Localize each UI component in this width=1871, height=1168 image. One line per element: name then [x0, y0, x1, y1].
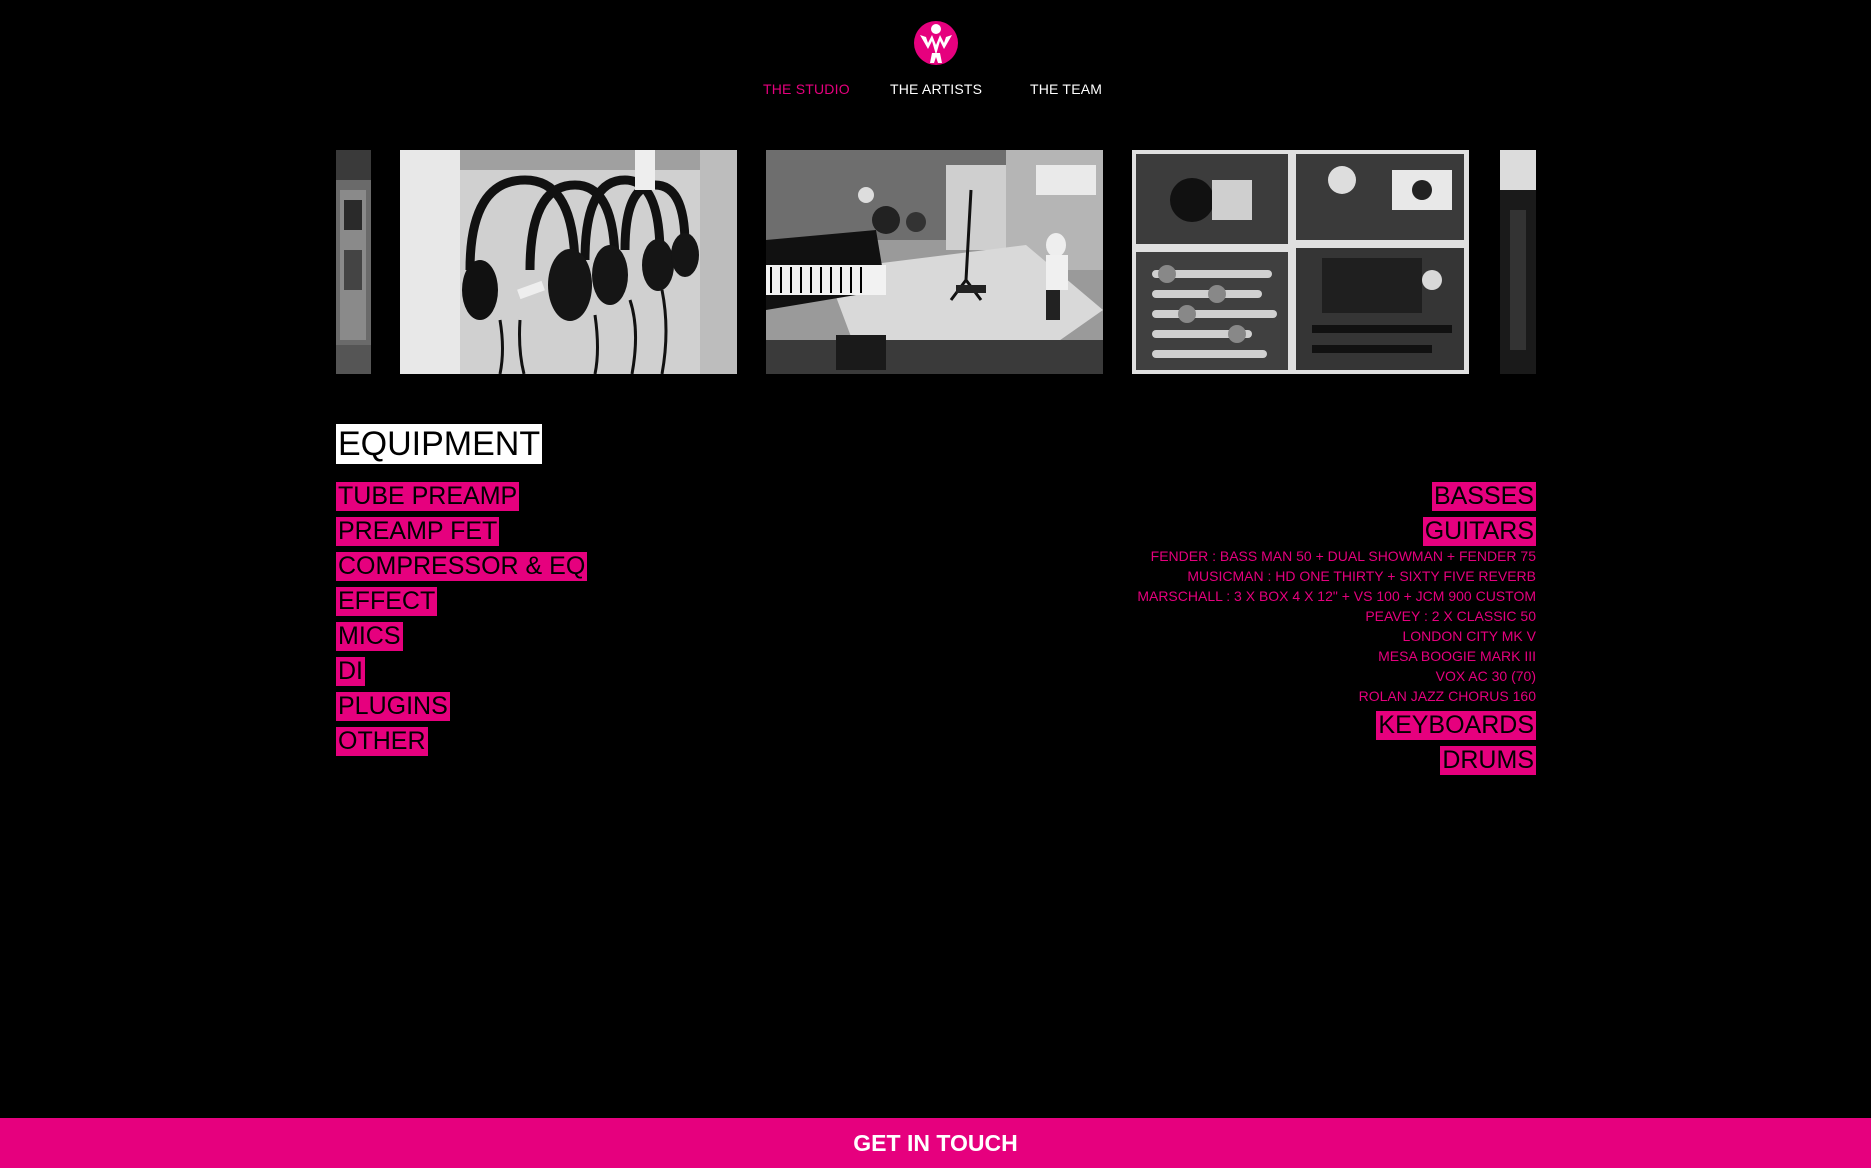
main-nav: THE STUDIO THE ARTISTS THE TEAM	[0, 81, 1871, 101]
page: THE STUDIO THE ARTISTS THE TEAM EQUIPMEN…	[0, 0, 1871, 1168]
category-plugins[interactable]: PLUGINS	[336, 692, 450, 721]
equipment-title: EQUIPMENT	[336, 424, 543, 464]
logo-icon	[914, 21, 958, 65]
category-guitars[interactable]: GUITARS	[1422, 517, 1536, 546]
guitar-item: MUSICMAN : HD ONE THIRTY + SIXTY FIVE RE…	[1187, 568, 1536, 584]
gallery-photo-partial-right[interactable]	[1500, 150, 1536, 374]
studio-logo[interactable]	[912, 19, 960, 67]
guitar-item: ROLAN JAZZ CHORUS 160	[1358, 688, 1536, 704]
nav-the-artists[interactable]: THE ARTISTS	[890, 81, 982, 97]
nav-the-studio[interactable]: THE STUDIO	[763, 81, 850, 97]
category-tube-preamp[interactable]: TUBE PREAMP	[336, 482, 520, 511]
photo-gallery[interactable]	[336, 150, 1536, 374]
guitar-item: VOX AC 30 (70)	[1435, 668, 1536, 684]
nav-the-team[interactable]: THE TEAM	[1030, 81, 1102, 97]
guitar-item: MARSCHALL : 3 X BOX 4 X 12" + VS 100 + J…	[1137, 588, 1536, 604]
guitar-item: LONDON CITY MK V	[1402, 628, 1536, 644]
gallery-photo-studio-room[interactable]	[766, 150, 1103, 374]
category-effect[interactable]: EFFECT	[336, 587, 438, 616]
get-in-touch-button[interactable]: GET IN TOUCH	[0, 1118, 1871, 1168]
category-other[interactable]: OTHER	[336, 727, 428, 756]
gallery-photo-partial-left[interactable]	[336, 150, 371, 374]
category-mics[interactable]: MICS	[336, 622, 403, 651]
gallery-photo-headphones[interactable]	[400, 150, 737, 374]
category-di[interactable]: DI	[336, 657, 365, 686]
gallery-photo-mic-case[interactable]	[1132, 150, 1469, 374]
category-keyboards[interactable]: KEYBOARDS	[1376, 711, 1536, 740]
category-preamp-fet[interactable]: PREAMP FET	[336, 517, 500, 546]
category-drums[interactable]: DRUMS	[1440, 746, 1536, 775]
guitar-item: PEAVEY : 2 X CLASSIC 50	[1365, 608, 1536, 624]
category-basses[interactable]: BASSES	[1431, 482, 1536, 511]
category-compressor-eq[interactable]: COMPRESSOR & EQ	[336, 552, 588, 581]
guitar-item: FENDER : BASS MAN 50 + DUAL SHOWMAN + FE…	[1150, 548, 1536, 564]
guitar-item: MESA BOOGIE MARK III	[1378, 648, 1536, 664]
get-in-touch-label: GET IN TOUCH	[853, 1130, 1018, 1156]
